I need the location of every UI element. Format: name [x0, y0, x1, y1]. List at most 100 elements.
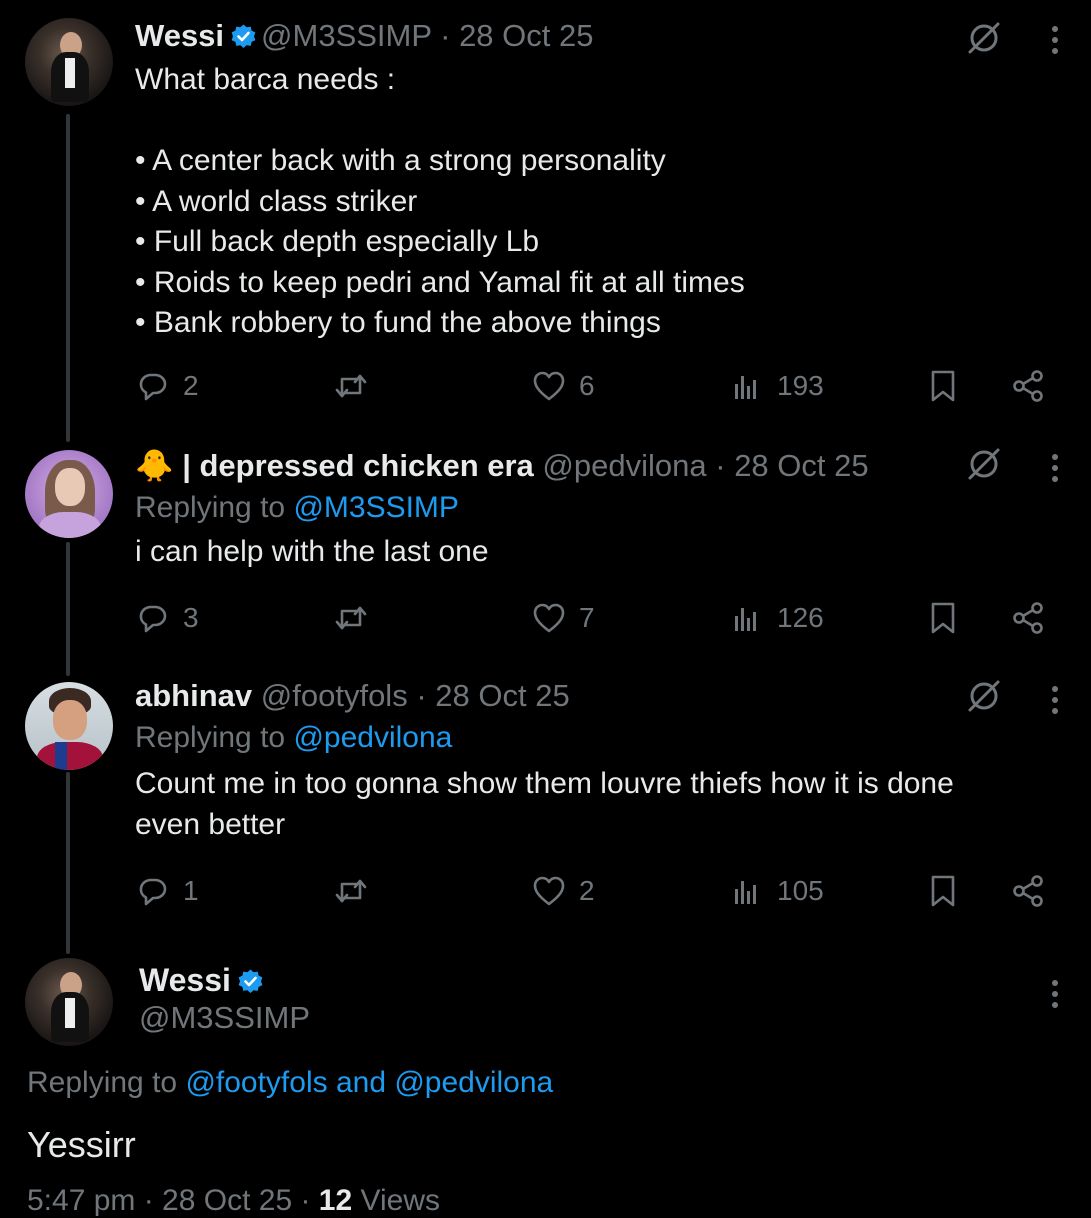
- mention-link[interactable]: @pedvilona: [293, 721, 452, 754]
- replying-to-label: Replying to: [135, 721, 286, 754]
- more-icon[interactable]: [1045, 680, 1065, 720]
- replying-to-label: Replying to: [135, 491, 286, 524]
- thread-line: [66, 542, 70, 676]
- separator: ·: [407, 678, 436, 713]
- main-author[interactable]: Wessi: [139, 962, 268, 999]
- reply-button[interactable]: 3: [135, 598, 199, 638]
- views-button[interactable]: 105: [729, 871, 824, 911]
- like-icon: [533, 603, 565, 633]
- display-name[interactable]: Wessi: [139, 962, 231, 998]
- action-bar: 2 6 193: [135, 366, 1060, 406]
- views-button[interactable]: 193: [729, 366, 824, 406]
- avatar[interactable]: [25, 450, 113, 538]
- bookmark-icon: [931, 602, 955, 634]
- views-button[interactable]: 126: [729, 598, 824, 638]
- more-icon[interactable]: [1045, 448, 1065, 488]
- tweet-header: Wessi @M3SSIMP · 28 Oct 25: [135, 18, 1091, 54]
- views-count: 105: [777, 875, 824, 906]
- reply-count: 2: [183, 370, 199, 401]
- user-handle[interactable]: @pedvilona: [542, 448, 706, 483]
- share-icon: [1013, 370, 1043, 402]
- retweet-icon: [335, 879, 367, 903]
- tweet-header: 🐥 | depressed chicken era @pedvilona · 2…: [135, 448, 1091, 484]
- like-button[interactable]: 2: [531, 871, 595, 911]
- reply-button[interactable]: 1: [135, 871, 199, 911]
- views-count: 126: [777, 602, 824, 633]
- display-name[interactable]: Wessi: [135, 18, 224, 53]
- like-icon: [533, 876, 565, 906]
- user-handle[interactable]: @M3SSIMP: [139, 1000, 310, 1036]
- bookmark-button[interactable]: [925, 366, 961, 406]
- avatar[interactable]: [25, 682, 113, 770]
- user-handle[interactable]: @M3SSIMP: [261, 18, 431, 53]
- retweet-button[interactable]: [333, 598, 369, 638]
- tweet-text: What barca needs : • A center back with …: [135, 63, 745, 339]
- more-icon[interactable]: [1045, 974, 1065, 1014]
- tweet: 🐥 | depressed chicken era @pedvilona · 2…: [135, 448, 1091, 573]
- tweet-date[interactable]: 28 Oct 25: [459, 18, 593, 53]
- views-count: 12: [318, 1184, 353, 1217]
- reply-count: 1: [183, 875, 199, 906]
- separator: ·: [706, 448, 735, 483]
- like-count: 2: [579, 875, 595, 906]
- like-button[interactable]: 7: [531, 598, 595, 638]
- tweet-date[interactable]: 28 Oct 25: [734, 448, 868, 483]
- like-button[interactable]: 6: [531, 366, 595, 406]
- thread-line: [66, 114, 70, 442]
- grok-icon[interactable]: [964, 18, 1004, 58]
- user-handle[interactable]: @footyfols: [261, 678, 408, 713]
- tweet: Wessi @M3SSIMP · 28 Oct 25 What barca nee…: [135, 18, 1091, 344]
- share-icon: [1013, 602, 1043, 634]
- verified-icon: [237, 968, 264, 995]
- tweet-text: i can help with the last one: [135, 535, 489, 568]
- mention-link[interactable]: @M3SSIMP: [293, 491, 458, 524]
- reply-icon: [139, 373, 167, 401]
- retweet-icon: [335, 374, 367, 398]
- separator: ·: [431, 18, 460, 53]
- bookmark-button[interactable]: [925, 871, 961, 911]
- retweet-button[interactable]: [333, 871, 369, 911]
- replying-to: Replying to @pedvilona: [135, 720, 1091, 756]
- retweet-button[interactable]: [333, 366, 369, 406]
- avatar[interactable]: [25, 18, 113, 106]
- thread-line: [66, 772, 70, 954]
- like-count: 6: [579, 370, 595, 401]
- tweet-text: Count me in too gonna show them louvre t…: [135, 767, 954, 841]
- tweet-date[interactable]: 28 Oct 25: [435, 678, 569, 713]
- views-label: Views: [352, 1184, 441, 1217]
- replying-to: Replying to @M3SSIMP: [135, 490, 1091, 526]
- replying-to-label: Replying to: [27, 1066, 178, 1099]
- display-name[interactable]: 🐥 | depressed chicken era: [135, 448, 534, 483]
- reply-icon: [139, 878, 167, 906]
- reply-button[interactable]: 2: [135, 366, 199, 406]
- views-icon: [735, 881, 756, 904]
- bookmark-icon: [931, 875, 955, 907]
- views-count: 193: [777, 370, 824, 401]
- views-icon: [735, 608, 756, 631]
- share-button[interactable]: [1010, 871, 1046, 911]
- replying-to: Replying to @footyfols and @pedvilona: [27, 1066, 553, 1100]
- action-bar: 1 2 105: [135, 871, 1060, 911]
- action-bar: 3 7 126: [135, 598, 1060, 638]
- share-button[interactable]: [1010, 598, 1046, 638]
- reply-count: 3: [183, 602, 199, 633]
- grok-icon[interactable]: [964, 444, 1004, 484]
- tweet: abhinav @footyfols · 28 Oct 25 Replying …: [135, 678, 1091, 845]
- retweet-icon: [335, 606, 367, 630]
- tweet-header: abhinav @footyfols · 28 Oct 25: [135, 678, 1091, 714]
- avatar[interactable]: [25, 958, 113, 1046]
- grok-icon[interactable]: [964, 676, 1004, 716]
- mention-link[interactable]: @footyfols and @pedvilona: [185, 1066, 553, 1099]
- share-button[interactable]: [1010, 366, 1046, 406]
- tweet-timestamp[interactable]: 5:47 pm · 28 Oct 25 ·: [27, 1184, 319, 1217]
- more-icon[interactable]: [1045, 20, 1065, 60]
- like-count: 7: [579, 602, 595, 633]
- bookmark-icon: [931, 370, 955, 402]
- views-icon: [735, 376, 756, 399]
- tweet-text: Yessirr: [27, 1124, 136, 1165]
- bookmark-button[interactable]: [925, 598, 961, 638]
- share-icon: [1013, 875, 1043, 907]
- like-icon: [533, 371, 565, 401]
- reply-icon: [139, 605, 167, 633]
- display-name[interactable]: abhinav: [135, 678, 252, 713]
